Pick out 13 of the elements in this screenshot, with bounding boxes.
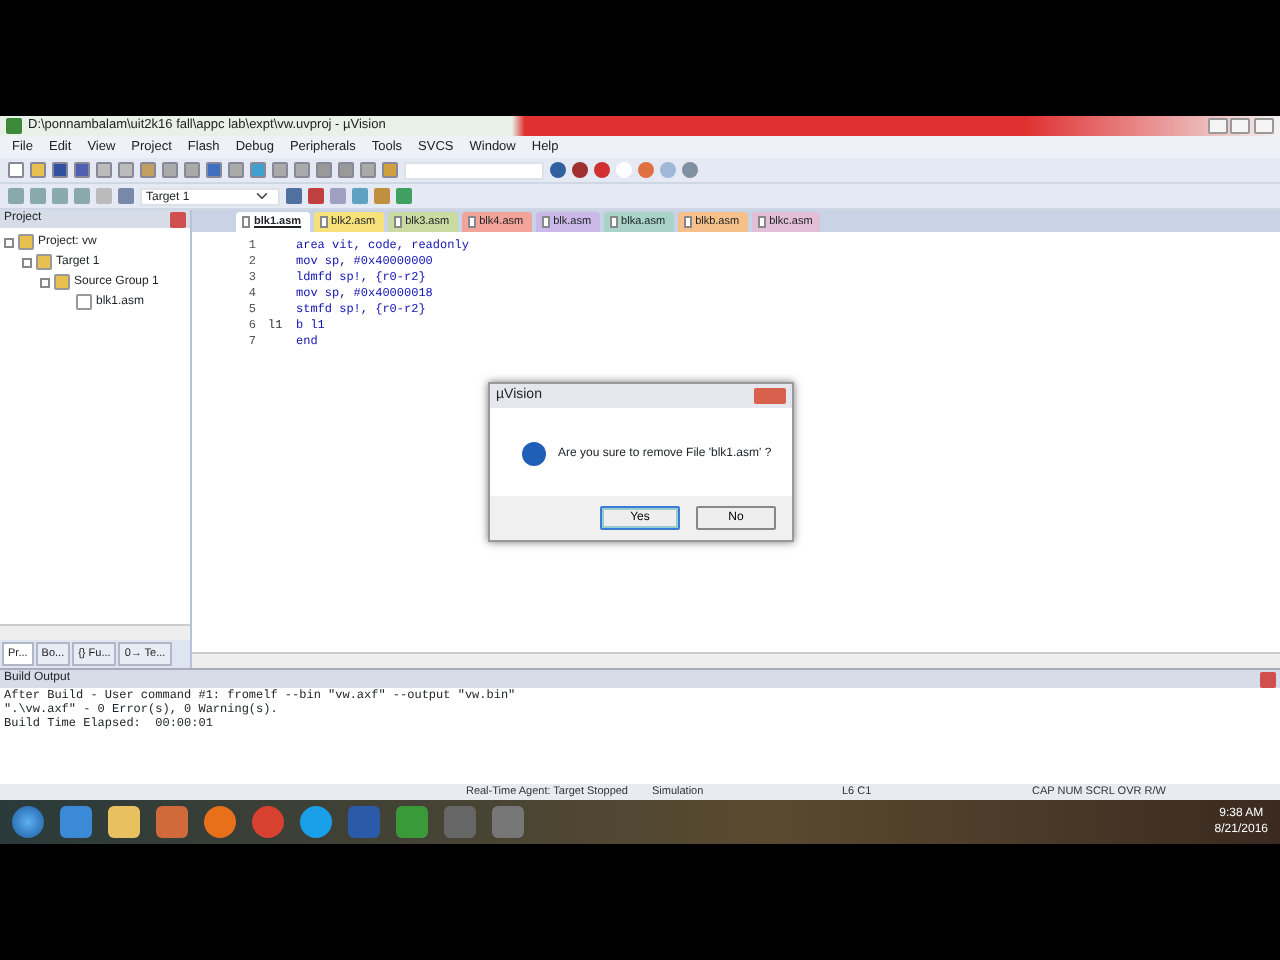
maximize-button[interactable] <box>1230 118 1251 134</box>
scrollbar[interactable] <box>192 652 1280 668</box>
expander-icon[interactable] <box>4 237 14 247</box>
close-button[interactable] <box>1254 118 1274 134</box>
close-button[interactable] <box>754 388 786 404</box>
expander-icon[interactable] <box>22 257 32 267</box>
minimize-button[interactable] <box>1207 118 1227 134</box>
scrollbar[interactable] <box>0 623 190 640</box>
find-field[interactable] <box>404 161 544 179</box>
app-icon <box>6 118 22 134</box>
start-orb-icon[interactable] <box>12 806 44 838</box>
expander-icon[interactable] <box>40 277 50 287</box>
file-icon <box>76 294 92 310</box>
